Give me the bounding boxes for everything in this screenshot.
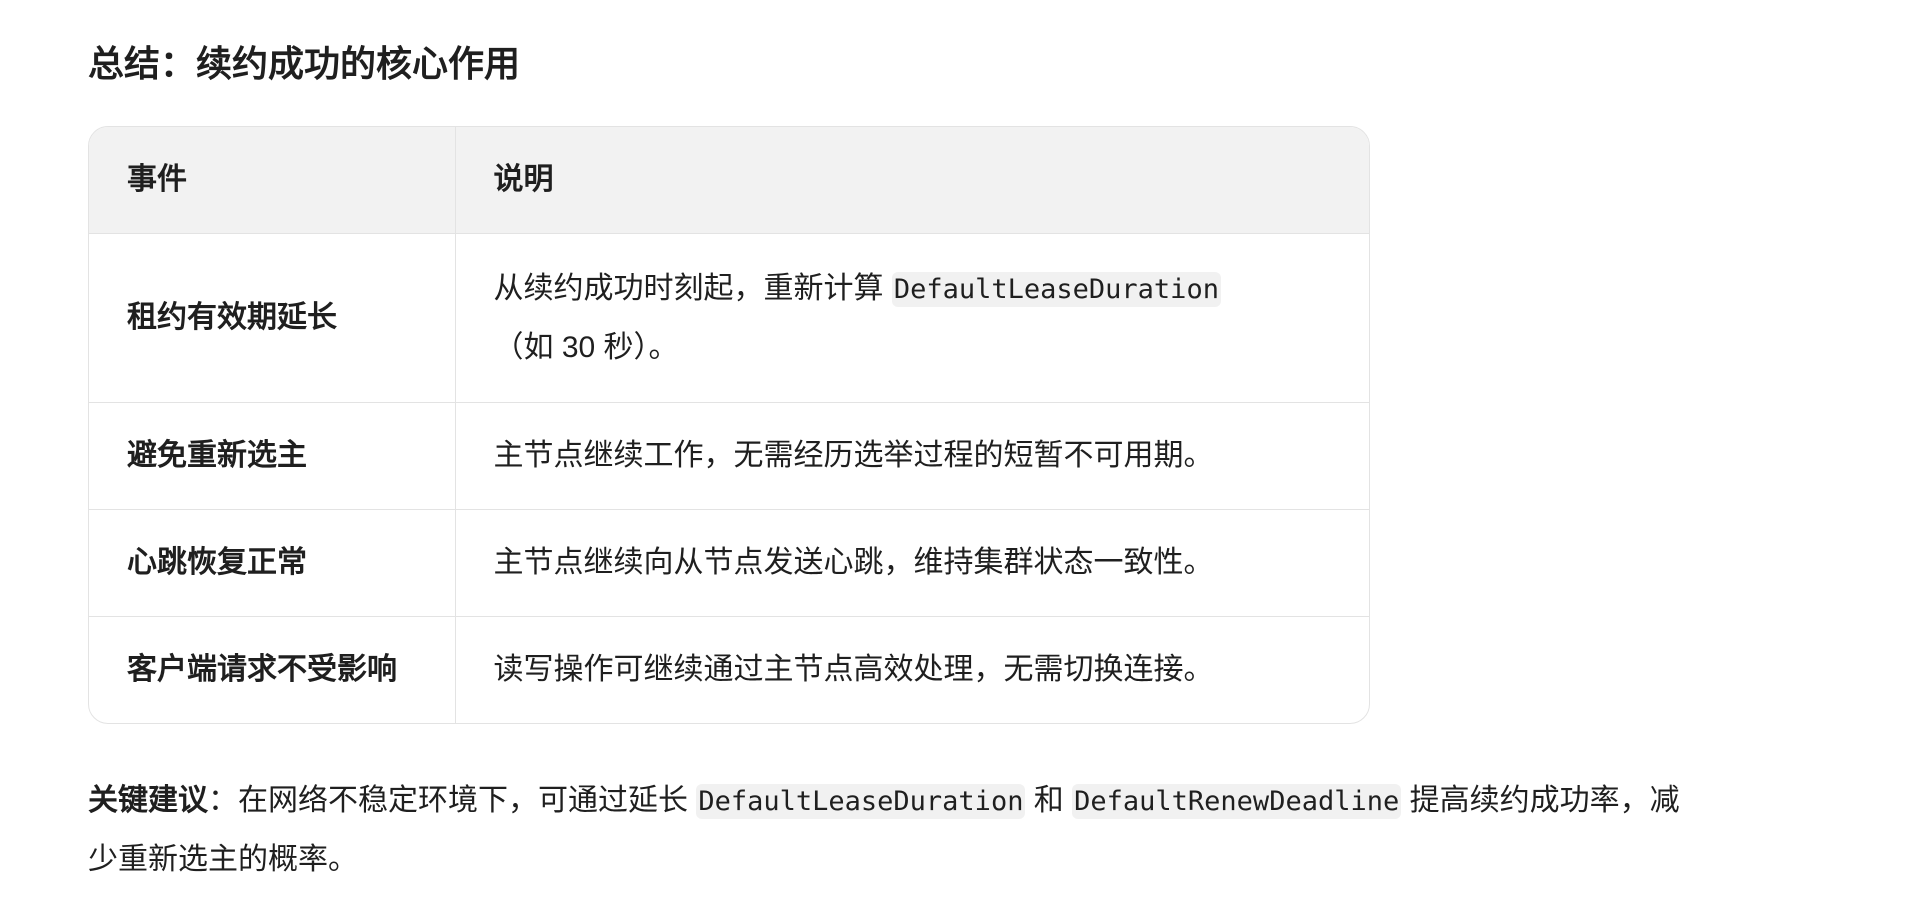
table-row: 避免重新选主 主节点继续工作，无需经历选举过程的短暂不可用期。 xyxy=(89,402,1369,510)
inline-code: DefaultRenewDeadline xyxy=(1072,784,1402,819)
table-header: 事件 说明 xyxy=(89,127,1369,234)
key-advice-paragraph: 关键建议：在网络不稳定环境下，可通过延长 DefaultLeaseDuratio… xyxy=(88,772,1688,889)
table-body: 租约有效期延长 从续约成功时刻起，重新计算 DefaultLeaseDurati… xyxy=(89,233,1369,723)
inline-code: DefaultLeaseDuration xyxy=(891,271,1221,307)
table-row: 心跳恢复正常 主节点继续向从节点发送心跳，维持集群状态一致性。 xyxy=(89,509,1369,617)
advice-label: 关键建议 xyxy=(88,784,208,817)
advice-text: 和 xyxy=(1025,784,1073,817)
description-text: 从续约成功时刻起，重新计算 xyxy=(493,271,892,305)
header-description: 说明 xyxy=(454,127,1369,234)
section-title: 总结：续约成功的核心作用 xyxy=(88,43,521,84)
description-cell: 读写操作可继续通过主节点高效处理，无需切换连接。 xyxy=(454,616,1369,723)
description-cell: 主节点继续向从节点发送心跳，维持集群状态一致性。 xyxy=(454,509,1369,617)
table-header-row: 事件 说明 xyxy=(89,127,1369,234)
description-cell: 主节点继续工作，无需经历选举过程的短暂不可用期。 xyxy=(454,402,1369,510)
document-content: 总结：续约成功的核心作用 事件 说明 租约有效期延长 从续约成功时刻起，重新计算… xyxy=(88,0,1888,919)
inline-code: DefaultLeaseDuration xyxy=(696,784,1026,819)
header-event: 事件 xyxy=(89,127,455,234)
event-cell: 避免重新选主 xyxy=(89,402,455,510)
advice-colon: ： xyxy=(208,784,238,817)
summary-table-container: 事件 说明 租约有效期延长 从续约成功时刻起，重新计算 DefaultLease… xyxy=(88,126,1370,724)
event-cell: 客户端请求不受影响 xyxy=(127,653,397,686)
table-row: 租约有效期延长 从续约成功时刻起，重新计算 DefaultLeaseDurati… xyxy=(89,233,1369,403)
event-cell: 租约有效期延长 xyxy=(89,233,455,403)
event-cell: 心跳恢复正常 xyxy=(89,509,455,617)
description-text: （如 30 秒）。 xyxy=(493,330,679,364)
advice-text: 在网络不稳定环境下，可通过延长 xyxy=(238,784,697,817)
summary-table: 事件 说明 租约有效期延长 从续约成功时刻起，重新计算 DefaultLease… xyxy=(89,127,1369,723)
table-row: 客户端请求不受影响 读写操作可继续通过主节点高效处理，无需切换连接。 xyxy=(89,616,1369,723)
description-cell: 从续约成功时刻起，重新计算 DefaultLeaseDuration （如 30 … xyxy=(454,233,1369,403)
